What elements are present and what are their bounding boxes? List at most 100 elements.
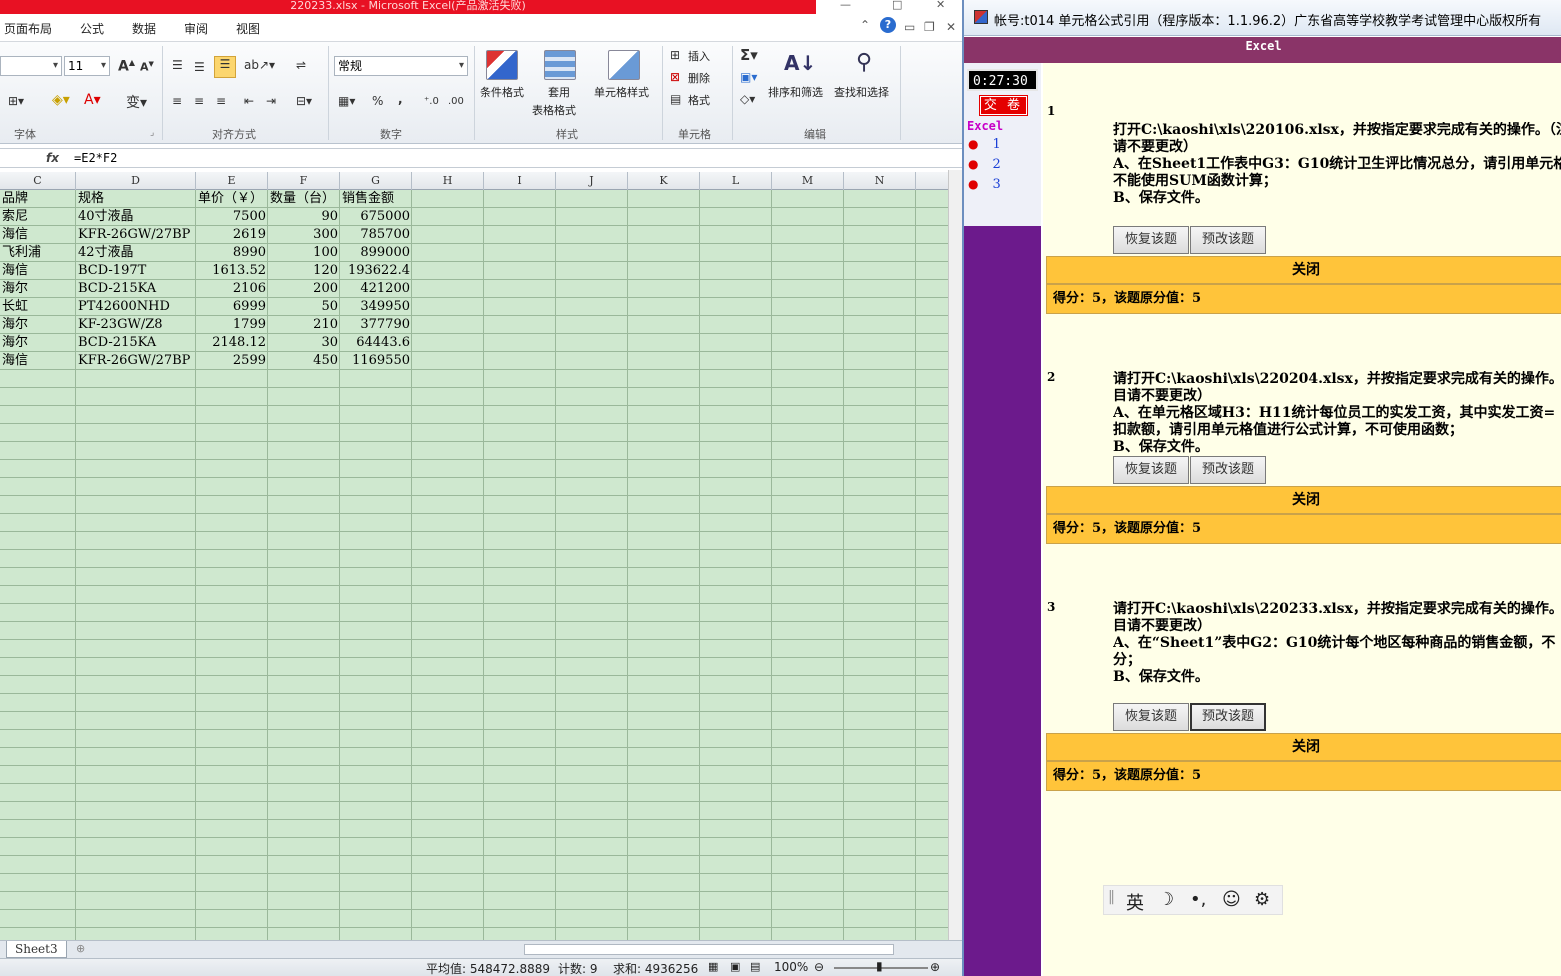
cell-style-button[interactable]: 单元格样式 [594, 84, 649, 100]
number-format-combo[interactable]: 常规 [334, 56, 468, 76]
decrease-indent-icon[interactable]: ⇤ [244, 94, 254, 108]
conditional-format-icon[interactable] [486, 50, 518, 80]
table-cell[interactable]: 2106 [196, 280, 268, 298]
table-cell[interactable]: 90 [268, 208, 340, 226]
comma-style-icon[interactable]: , [398, 92, 403, 106]
wrap-text-icon[interactable]: ⇌ [296, 58, 306, 72]
conditional-format-button[interactable]: 条件格式 [480, 84, 524, 100]
find-select-button[interactable]: 查找和选择 [834, 84, 889, 100]
table-format-icon[interactable] [544, 50, 576, 80]
sidebar-item-1[interactable]: ● 1 [968, 137, 1001, 152]
sheet-tab[interactable]: Sheet3 [6, 941, 67, 958]
ribbon-collapse-icon[interactable]: ⌃ [860, 18, 870, 32]
fill-color-icon[interactable]: ◈▾ [52, 92, 70, 108]
autosum-icon[interactable]: Σ▾ [740, 46, 758, 64]
edit-question-button[interactable]: 预改该题 [1190, 456, 1266, 484]
table-cell[interactable]: 飞利浦 [0, 244, 76, 262]
close-button[interactable]: 关闭 [1046, 256, 1561, 284]
restore-question-button[interactable]: 恢复该题 [1113, 226, 1189, 254]
table-cell[interactable]: 2599 [196, 352, 268, 370]
delete-cells-icon[interactable]: ⊠ [670, 70, 680, 84]
grow-font-icon[interactable]: A▲ [118, 58, 135, 75]
table-cell[interactable]: 42寸液晶 [76, 244, 196, 262]
table-cell[interactable]: 421200 [340, 280, 412, 298]
table-cell[interactable]: PT42600NHD [76, 298, 196, 316]
table-cell[interactable]: 50 [268, 298, 340, 316]
table-cell[interactable]: 7500 [196, 208, 268, 226]
borders-icon[interactable]: ⊞▾ [8, 94, 24, 108]
column-header[interactable]: I [484, 172, 556, 190]
binoculars-icon[interactable]: ⚲ [848, 48, 880, 78]
cell-area[interactable]: 品牌 规格 单价（￥） 数量（台） 销售金额 索尼 40寸液晶 7500 90 675000 海信 K… [0, 190, 948, 940]
format-button[interactable]: 格式 [688, 92, 710, 108]
worksheet-grid[interactable]: CDEFGHIJKLMN 品牌 规格 单价（￥） 数量（台） 销售金额 索尼 40寸液晶 75… [0, 172, 948, 940]
header-cell[interactable]: 数量（台） [268, 190, 340, 208]
table-cell[interactable]: KFR-26GW/27BP [76, 352, 196, 370]
cell-style-icon[interactable] [608, 50, 640, 80]
sort-filter-button[interactable]: 排序和筛选 [768, 84, 823, 100]
table-cell[interactable]: 海尔 [0, 280, 76, 298]
table-cell[interactable]: 450 [268, 352, 340, 370]
tab-view[interactable]: 视图 [236, 20, 260, 37]
table-cell[interactable]: 1613.52 [196, 262, 268, 280]
edit-question-button[interactable]: 预改该题 [1190, 226, 1266, 254]
increase-indent-icon[interactable]: ⇥ [266, 94, 276, 108]
column-header[interactable]: K [628, 172, 700, 190]
column-header[interactable]: E [196, 172, 268, 190]
new-sheet-icon[interactable]: ⊕ [76, 942, 85, 955]
close-button[interactable]: 关闭 [1046, 486, 1561, 514]
format-cells-icon[interactable]: ▤ [670, 92, 681, 106]
horizontal-scrollbar[interactable] [524, 944, 894, 955]
table-cell[interactable]: 1799 [196, 316, 268, 334]
doc-restore-icon[interactable]: ❐ [924, 20, 935, 34]
table-cell[interactable]: 899000 [340, 244, 412, 262]
formula-input[interactable]: =E2*F2 [74, 151, 117, 165]
table-cell[interactable]: 100 [268, 244, 340, 262]
insert-button[interactable]: 插入 [688, 48, 710, 64]
table-cell[interactable]: 193622.4 [340, 262, 412, 280]
column-header[interactable]: H [412, 172, 484, 190]
submit-button[interactable]: 交 卷 [979, 95, 1028, 116]
table-cell[interactable]: 海尔 [0, 334, 76, 352]
column-header[interactable]: J [556, 172, 628, 190]
align-bottom-icon[interactable]: ☰ [214, 56, 236, 78]
font-name-combo[interactable] [0, 56, 62, 76]
vertical-scrollbar[interactable] [948, 170, 962, 940]
edit-question-button[interactable]: 预改该题 [1190, 703, 1266, 731]
tab-review[interactable]: 审阅 [184, 20, 208, 37]
sidebar-item-2[interactable]: ● 2 [968, 157, 1001, 172]
table-cell[interactable]: 2148.12 [196, 334, 268, 352]
maximize-icon[interactable]: □ [892, 0, 902, 11]
table-cell[interactable]: 索尼 [0, 208, 76, 226]
increase-decimal-icon[interactable]: ⁺.0 [424, 96, 439, 107]
table-cell[interactable]: 675000 [340, 208, 412, 226]
insert-cells-icon[interactable]: ⊞ [670, 48, 680, 62]
page-break-view-icon[interactable]: ▤ [750, 960, 760, 973]
moon-icon[interactable]: ☽ [1158, 889, 1174, 910]
table-format-button-line2[interactable]: 表格格式 [532, 102, 576, 118]
header-cell[interactable]: 品牌 [0, 190, 76, 208]
header-cell[interactable]: 单价（￥） [196, 190, 268, 208]
column-header[interactable]: C [0, 172, 76, 190]
fx-icon[interactable]: fx [46, 151, 59, 165]
phonetic-icon[interactable]: 变▾ [126, 92, 147, 112]
align-top-icon[interactable]: ☰ [172, 58, 183, 72]
tab-formulas[interactable]: 公式 [80, 20, 104, 37]
table-cell[interactable]: 长虹 [0, 298, 76, 316]
table-cell[interactable]: 海尔 [0, 316, 76, 334]
dialog-launcher-icon[interactable]: ⌟ [150, 128, 154, 138]
table-cell[interactable]: 785700 [340, 226, 412, 244]
table-cell[interactable]: BCD-215KA [76, 334, 196, 352]
merge-center-icon[interactable]: ⊟▾ [296, 94, 312, 108]
tab-page-layout[interactable]: 页面布局 [4, 20, 52, 37]
table-cell[interactable]: 1169550 [340, 352, 412, 370]
column-header[interactable]: N [844, 172, 916, 190]
delete-button[interactable]: 删除 [688, 70, 710, 86]
table-cell[interactable]: KF-23GW/Z8 [76, 316, 196, 334]
decrease-decimal-icon[interactable]: .00 [448, 96, 464, 107]
align-left-icon[interactable]: ≡ [172, 94, 182, 108]
table-format-button-line1[interactable]: 套用 [548, 84, 570, 100]
table-cell[interactable]: 210 [268, 316, 340, 334]
align-middle-icon[interactable]: ☰ [194, 60, 205, 74]
close-icon[interactable]: ✕ [936, 0, 945, 11]
